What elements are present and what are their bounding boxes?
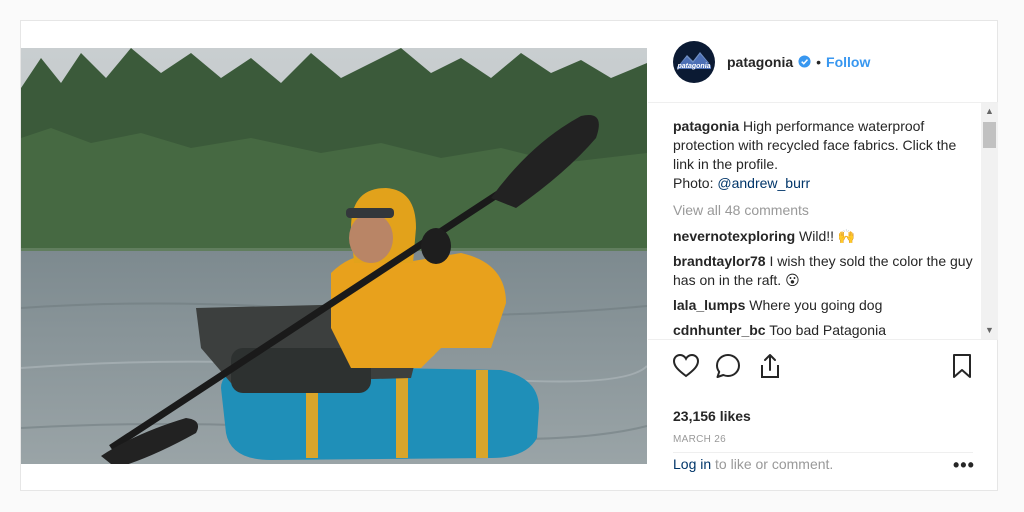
comment-text: Wild!! 🙌	[799, 228, 856, 244]
post-card: patagonia patagonia • Follow patagonia H…	[20, 20, 998, 491]
scroll-down-icon[interactable]: ▼	[981, 322, 998, 339]
comment-text: Where you going dog	[749, 297, 883, 313]
avatar[interactable]: patagonia	[673, 40, 715, 83]
view-all-comments-link[interactable]: View all 48 comments	[673, 201, 973, 220]
scrollbar-thumb[interactable]	[983, 122, 996, 148]
bookmark-icon[interactable]	[948, 352, 976, 380]
comment-user[interactable]: brandtaylor78	[673, 253, 766, 269]
comment-item: lala_lumps Where you going dog	[673, 296, 973, 315]
more-options-icon[interactable]: •••	[953, 455, 975, 476]
action-bar: 23,156 likes MARCH 26	[648, 339, 998, 471]
post-photo[interactable]	[21, 48, 647, 464]
comment-item: cdnhunter_bc Too bad Patagonia	[673, 321, 973, 339]
photo-prefix: Photo:	[673, 175, 714, 191]
comment-user[interactable]: cdnhunter_bc	[673, 322, 766, 338]
avatar-logo-text: patagonia	[677, 63, 711, 70]
comment-item: nevernotexploring Wild!! 🙌	[673, 227, 973, 246]
post-header: patagonia patagonia • Follow	[648, 21, 998, 103]
separator-dot: •	[816, 53, 822, 70]
comment-user[interactable]: nevernotexploring	[673, 228, 795, 244]
post-caption: patagonia High performance waterproof pr…	[673, 117, 973, 193]
login-prompt: Log in to like or comment.	[673, 456, 833, 472]
photo-area	[21, 21, 647, 490]
scroll-up-icon[interactable]: ▲	[981, 103, 998, 120]
comment-text: Too bad Patagonia	[769, 322, 886, 338]
share-icon[interactable]	[756, 352, 784, 380]
comment-user[interactable]: lala_lumps	[673, 297, 745, 313]
post-sidebar: patagonia patagonia • Follow patagonia H…	[648, 21, 998, 490]
post-date[interactable]: MARCH 26	[673, 434, 726, 445]
likes-count[interactable]: 23,156 likes	[673, 408, 751, 424]
avatar-logo	[677, 51, 711, 69]
login-link[interactable]: Log in	[673, 456, 711, 472]
comment-item: brandtaylor78 I wish they sold the color…	[673, 252, 973, 290]
login-prompt-text: to like or comment.	[711, 456, 834, 472]
divider	[673, 452, 973, 453]
comments-list: patagonia High performance waterproof pr…	[673, 117, 973, 339]
follow-button[interactable]: Follow	[826, 54, 870, 70]
comment-icon[interactable]	[714, 352, 742, 380]
heart-icon[interactable]	[672, 352, 700, 380]
caption-author[interactable]: patagonia	[673, 118, 739, 134]
comments-scrollbar[interactable]: ▲ ▼	[981, 103, 998, 339]
profile-handle[interactable]: patagonia	[727, 54, 793, 70]
verified-badge-icon	[798, 55, 811, 68]
photo-credit-link[interactable]: @andrew_burr	[717, 175, 810, 191]
